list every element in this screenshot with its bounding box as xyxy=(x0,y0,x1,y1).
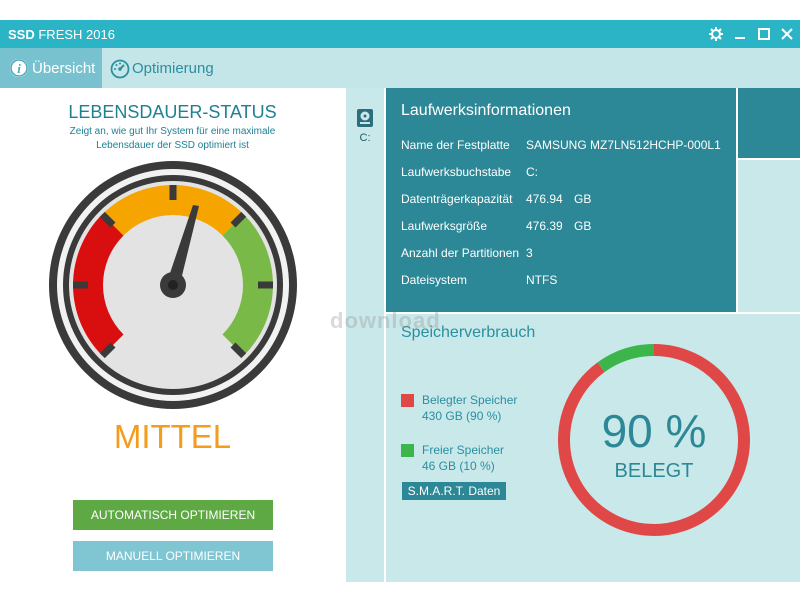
info-value: C: xyxy=(526,165,538,179)
drive-info-title: Laufwerksinformationen xyxy=(401,102,571,119)
lifetime-gauge xyxy=(49,161,297,409)
info-unit: GB xyxy=(574,192,592,206)
info-value: 476.94 xyxy=(526,192,563,206)
lifetime-level: MITTEL xyxy=(113,418,232,455)
legend-swatch-used xyxy=(401,394,414,407)
info-key: Laufwerksgröße xyxy=(401,219,488,233)
manual-optimize-button[interactable]: MANUELL OPTIMIEREN xyxy=(73,541,273,571)
info-key: Datenträgerkapazität xyxy=(401,192,513,206)
usage-percent: 90 % xyxy=(601,405,707,457)
donut-free-segment xyxy=(597,344,655,373)
window-title-rest: FRESH 2016 xyxy=(38,27,115,42)
info-icon: i xyxy=(10,59,28,77)
maximize-icon[interactable] xyxy=(755,24,773,44)
info-value: 476.39 xyxy=(526,219,563,233)
storage-usage-panel: Speicherverbrauch Belegter Speicher 430 … xyxy=(386,314,800,582)
usage-caption: BELEGT xyxy=(614,460,694,482)
lifetime-status-panel: LEBENSDAUER-STATUS Zeigt an, wie gut Ihr… xyxy=(0,88,345,582)
svg-text:i: i xyxy=(17,61,21,76)
smart-data-button[interactable]: S.M.A.R.T. Daten xyxy=(402,482,506,500)
legend-used-label: Belegter Speicher xyxy=(422,393,518,407)
window-title-bold: SSD xyxy=(8,27,35,42)
usage-donut: 90 % BELEGT xyxy=(556,342,752,538)
info-unit: GB xyxy=(574,219,592,233)
legend-free-value: 46 GB (10 %) xyxy=(422,459,495,473)
close-icon[interactable] xyxy=(778,24,796,44)
legend-swatch-free xyxy=(401,444,414,457)
tab-optimization[interactable]: Optimierung xyxy=(110,48,240,88)
legend-used-text: Belegter Speicher 430 GB (90 %) xyxy=(422,392,517,424)
info-value: NTFS xyxy=(526,273,558,287)
info-value: SAMSUNG MZ7LN512HCHP-000L1 xyxy=(526,138,721,152)
tile-decoration xyxy=(738,160,800,312)
minimize-icon[interactable] xyxy=(731,24,749,44)
speedometer-icon xyxy=(110,59,130,79)
watermark: download xyxy=(330,308,441,333)
drive-tab-c[interactable]: C: xyxy=(346,88,384,582)
window-title: SSD FRESH 2016 xyxy=(8,27,115,42)
legend-free-text: Freier Speicher 46 GB (10 %) xyxy=(422,442,504,474)
lifetime-status-subtitle: Zeigt an, wie gut Ihr System für eine ma… xyxy=(69,126,276,151)
drive-selector: C: xyxy=(345,88,384,582)
tile-decoration xyxy=(738,88,800,158)
drive-details: Laufwerksinformationen Name der Festplat… xyxy=(386,88,800,582)
title-bar: SSD FRESH 2016 xyxy=(0,20,800,48)
app-window: SSD FRESH 2016 i Übersicht Optimierung L… xyxy=(0,20,800,582)
lifetime-status-title: LEBENSDAUER-STATUS xyxy=(68,102,277,122)
tab-overview-label: Übersicht xyxy=(32,59,96,77)
legend-used-value: 430 GB (90 %) xyxy=(422,409,502,423)
tab-overview[interactable]: i Übersicht xyxy=(0,48,102,88)
drive-label: C: xyxy=(359,132,371,144)
info-key: Anzahl der Partitionen xyxy=(401,246,520,260)
info-key: Dateisystem xyxy=(401,273,468,287)
info-value: 3 xyxy=(526,246,533,260)
settings-icon[interactable] xyxy=(707,24,725,44)
drive-info-panel: Laufwerksinformationen Name der Festplat… xyxy=(386,88,736,312)
tab-bar: i Übersicht Optimierung xyxy=(0,48,800,88)
legend-free-label: Freier Speicher xyxy=(422,443,505,457)
tab-optimization-label: Optimierung xyxy=(132,59,214,77)
info-key: Laufwerksbuchstabe xyxy=(401,165,512,179)
auto-optimize-button[interactable]: AUTOMATISCH OPTIMIEREN xyxy=(73,500,273,530)
hard-drive-icon xyxy=(357,109,373,127)
info-key: Name der Festplatte xyxy=(401,138,510,152)
